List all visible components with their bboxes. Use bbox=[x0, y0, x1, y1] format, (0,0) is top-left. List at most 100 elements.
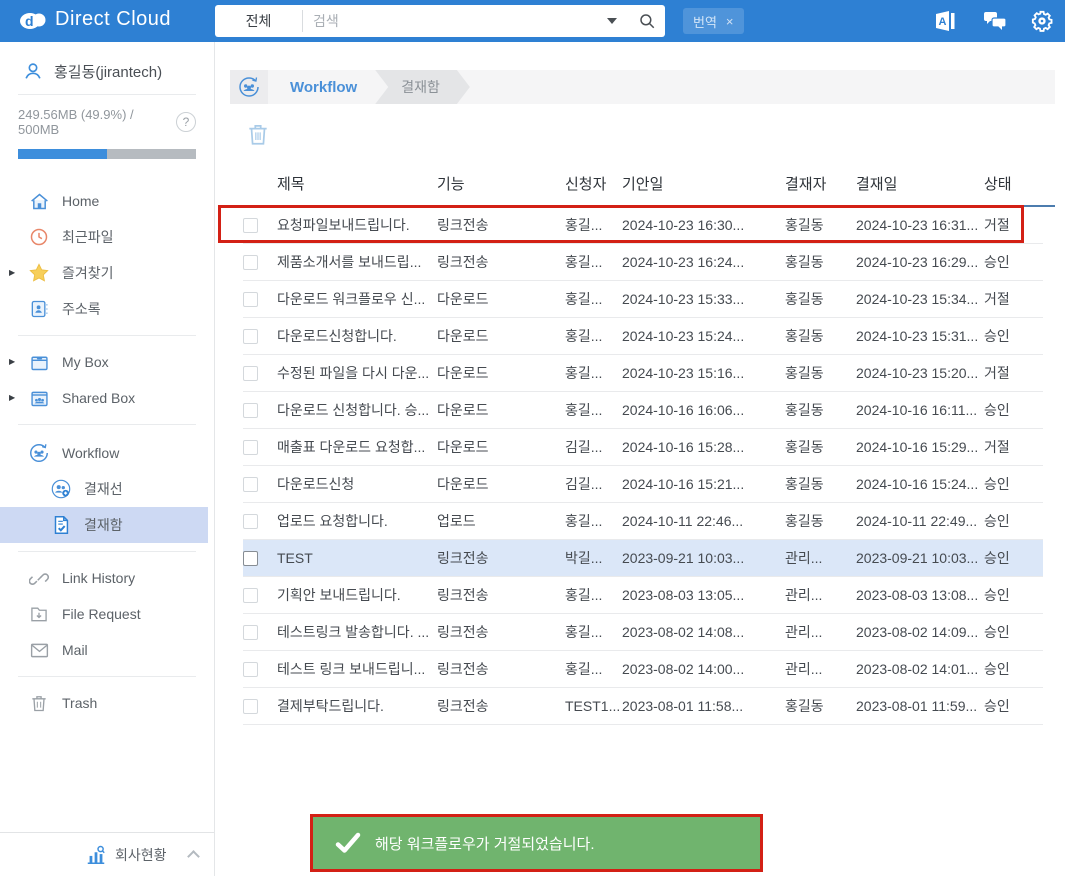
app-logo[interactable]: d Direct Cloud bbox=[18, 7, 171, 31]
translator-icon[interactable]: A bbox=[934, 10, 959, 32]
cell-title: 다운로드 신청합니다. 승... bbox=[277, 402, 430, 418]
sidebar-item-address-book[interactable]: 주소록 bbox=[0, 291, 214, 327]
cell-status: 승인 bbox=[984, 402, 1010, 418]
row-checkbox[interactable] bbox=[243, 365, 258, 381]
row-checkbox[interactable] bbox=[243, 550, 258, 566]
table-row[interactable]: 요청파일보내드립니다. 링크전송 홍길... 2024-10-23 16:30.… bbox=[243, 207, 1043, 244]
cell-draft-date: 2023-08-01 11:58... bbox=[622, 698, 744, 714]
cell-approver: 관리... bbox=[785, 624, 823, 640]
sidebar-item-recent-files[interactable]: 최근파일 bbox=[0, 219, 214, 255]
toast-notification: 해당 워크플로우가 거절되었습니다. bbox=[313, 817, 760, 869]
row-checkbox[interactable] bbox=[243, 513, 258, 529]
cell-title: 다운로드신청합니다. bbox=[277, 328, 397, 344]
caret-down-icon[interactable] bbox=[607, 18, 617, 24]
cell-status: 승인 bbox=[984, 513, 1010, 529]
table-row[interactable]: 다운로드 워크플로우 신... 다운로드 홍길... 2024-10-23 15… bbox=[243, 281, 1043, 318]
cell-draft-date: 2023-08-03 13:05... bbox=[622, 587, 745, 603]
row-checkbox[interactable] bbox=[243, 587, 258, 603]
company-status-toggle[interactable]: 회사현황 bbox=[0, 832, 214, 876]
sidebar-item-link-history[interactable]: Link History bbox=[0, 560, 214, 596]
cell-title: 다운로드신청 bbox=[277, 476, 355, 492]
cell-draft-date: 2024-10-23 15:24... bbox=[622, 328, 745, 344]
cell-requester: 홍길... bbox=[565, 254, 603, 270]
table-row[interactable]: 결제부탁드립니다. 링크전송 TEST1... 2023-08-01 11:58… bbox=[243, 688, 1043, 725]
row-checkbox[interactable] bbox=[243, 698, 258, 714]
cell-approval-date: 2024-10-16 15:29... bbox=[856, 439, 979, 455]
table-row[interactable]: 테스트 링크 보내드립니... 링크전송 홍길... 2023-08-02 14… bbox=[243, 651, 1043, 688]
table-row[interactable]: 다운로드신청 다운로드 김길... 2024-10-16 15:21... 홍길… bbox=[243, 466, 1043, 503]
sidebar-item-approval-line[interactable]: 결재선 bbox=[0, 471, 214, 507]
sidebar-item-label: Home bbox=[62, 193, 100, 209]
search-icon[interactable] bbox=[629, 5, 665, 37]
cell-status: 승인 bbox=[984, 624, 1010, 640]
table-row[interactable]: 기획안 보내드립니다. 링크전송 홍길... 2023-08-03 13:05.… bbox=[243, 577, 1043, 614]
row-checkbox[interactable] bbox=[243, 476, 258, 492]
cell-approval-date: 2023-08-01 11:59... bbox=[856, 698, 978, 714]
cell-requester: 홍길... bbox=[565, 291, 603, 307]
sidebar-item-mail[interactable]: Mail bbox=[0, 632, 214, 668]
table-row[interactable]: TEST 링크전송 박길... 2023-09-21 10:03... 관리..… bbox=[243, 540, 1043, 577]
sidebar-item-trash[interactable]: Trash bbox=[0, 685, 214, 721]
table-header: 제목 기능 신청자 기안일 결재자 결재일 상태 bbox=[230, 162, 1055, 207]
expand-arrow-icon[interactable]: ▶ bbox=[9, 268, 15, 277]
sidebar-item-approval-box[interactable]: 결재함 bbox=[0, 507, 208, 543]
row-checkbox[interactable] bbox=[243, 291, 258, 307]
translate-filter-tag[interactable]: 번역 × bbox=[683, 8, 744, 34]
table-row[interactable]: 테스트링크 발송합니다. ... 링크전송 홍길... 2023-08-02 1… bbox=[243, 614, 1043, 651]
cell-approver: 홍길동 bbox=[785, 365, 824, 381]
cell-approval-date: 2024-10-16 16:11... bbox=[856, 402, 978, 418]
cell-status: 승인 bbox=[984, 476, 1010, 492]
cell-function: 링크전송 bbox=[437, 587, 489, 603]
row-checkbox[interactable] bbox=[243, 402, 258, 418]
search-scope-select[interactable]: 전체 bbox=[215, 10, 303, 32]
check-icon bbox=[335, 832, 361, 854]
cell-approver: 홍길동 bbox=[785, 476, 824, 492]
sidebar-item-home[interactable]: Home bbox=[0, 183, 214, 219]
row-checkbox[interactable] bbox=[243, 217, 258, 233]
table-row[interactable]: 다운로드신청합니다. 다운로드 홍길... 2024-10-23 15:24..… bbox=[243, 318, 1043, 355]
cell-approver: 홍길동 bbox=[785, 402, 824, 418]
favorites-star-icon bbox=[28, 262, 50, 284]
user-profile[interactable]: 홍길동(jirantech) bbox=[22, 60, 214, 82]
my-box-icon bbox=[28, 352, 50, 373]
approval-line-icon bbox=[50, 478, 72, 500]
table-row[interactable]: 다운로드 신청합니다. 승... 다운로드 홍길... 2024-10-16 1… bbox=[243, 392, 1043, 429]
row-checkbox[interactable] bbox=[243, 328, 258, 344]
row-checkbox[interactable] bbox=[243, 439, 258, 455]
sidebar: 홍길동(jirantech) 249.56MB (49.9%) / 500MB … bbox=[0, 42, 215, 876]
breadcrumb-section[interactable]: Workflow bbox=[290, 79, 357, 96]
row-checkbox[interactable] bbox=[243, 624, 258, 640]
search-input[interactable] bbox=[303, 7, 603, 35]
expand-arrow-icon[interactable]: ▶ bbox=[9, 393, 15, 402]
sidebar-item-shared-box[interactable]: ▶ Shared Box bbox=[0, 380, 214, 416]
sidebar-item-workflow[interactable]: Workflow bbox=[0, 435, 214, 471]
sidebar-item-label: Workflow bbox=[62, 445, 120, 461]
user-name: 홍길동(jirantech) bbox=[54, 63, 163, 81]
table-row[interactable]: 업로드 요청합니다. 업로드 홍길... 2024-10-11 22:46...… bbox=[243, 503, 1043, 540]
row-checkbox[interactable] bbox=[243, 254, 258, 270]
cell-approver: 홍길동 bbox=[785, 291, 824, 307]
sidebar-item-label: Shared Box bbox=[62, 390, 136, 406]
cell-title: 수정된 파일을 다시 다운... bbox=[277, 365, 430, 381]
table-row[interactable]: 수정된 파일을 다시 다운... 다운로드 홍길... 2024-10-23 1… bbox=[243, 355, 1043, 392]
cell-function: 링크전송 bbox=[437, 698, 489, 714]
sidebar-item-favorites[interactable]: ▶ 즐겨찾기 bbox=[0, 255, 214, 291]
delete-selected-button[interactable] bbox=[245, 120, 271, 148]
table-row[interactable]: 매출표 다운로드 요청합... 다운로드 김길... 2024-10-16 15… bbox=[243, 429, 1043, 466]
chat-icon[interactable] bbox=[983, 10, 1007, 32]
sidebar-item-file-request[interactable]: File Request bbox=[0, 596, 214, 632]
cell-function: 다운로드 bbox=[437, 402, 489, 418]
settings-gear-icon[interactable] bbox=[1031, 10, 1053, 32]
chevron-up-icon[interactable] bbox=[187, 850, 200, 863]
table-row[interactable]: 제품소개서를 보내드립... 링크전송 홍길... 2024-10-23 16:… bbox=[243, 244, 1043, 281]
close-icon[interactable]: × bbox=[726, 14, 734, 29]
expand-arrow-icon[interactable]: ▶ bbox=[9, 357, 15, 366]
top-header: d Direct Cloud 전체 번역 × A bbox=[0, 0, 1065, 42]
cell-requester: TEST1... bbox=[565, 698, 621, 714]
trash-icon bbox=[28, 693, 50, 713]
cell-function: 링크전송 bbox=[437, 550, 489, 566]
approval-box-icon bbox=[50, 514, 72, 536]
question-icon[interactable]: ? bbox=[176, 112, 196, 132]
sidebar-item-my-box[interactable]: ▶ My Box bbox=[0, 344, 214, 380]
row-checkbox[interactable] bbox=[243, 661, 258, 677]
